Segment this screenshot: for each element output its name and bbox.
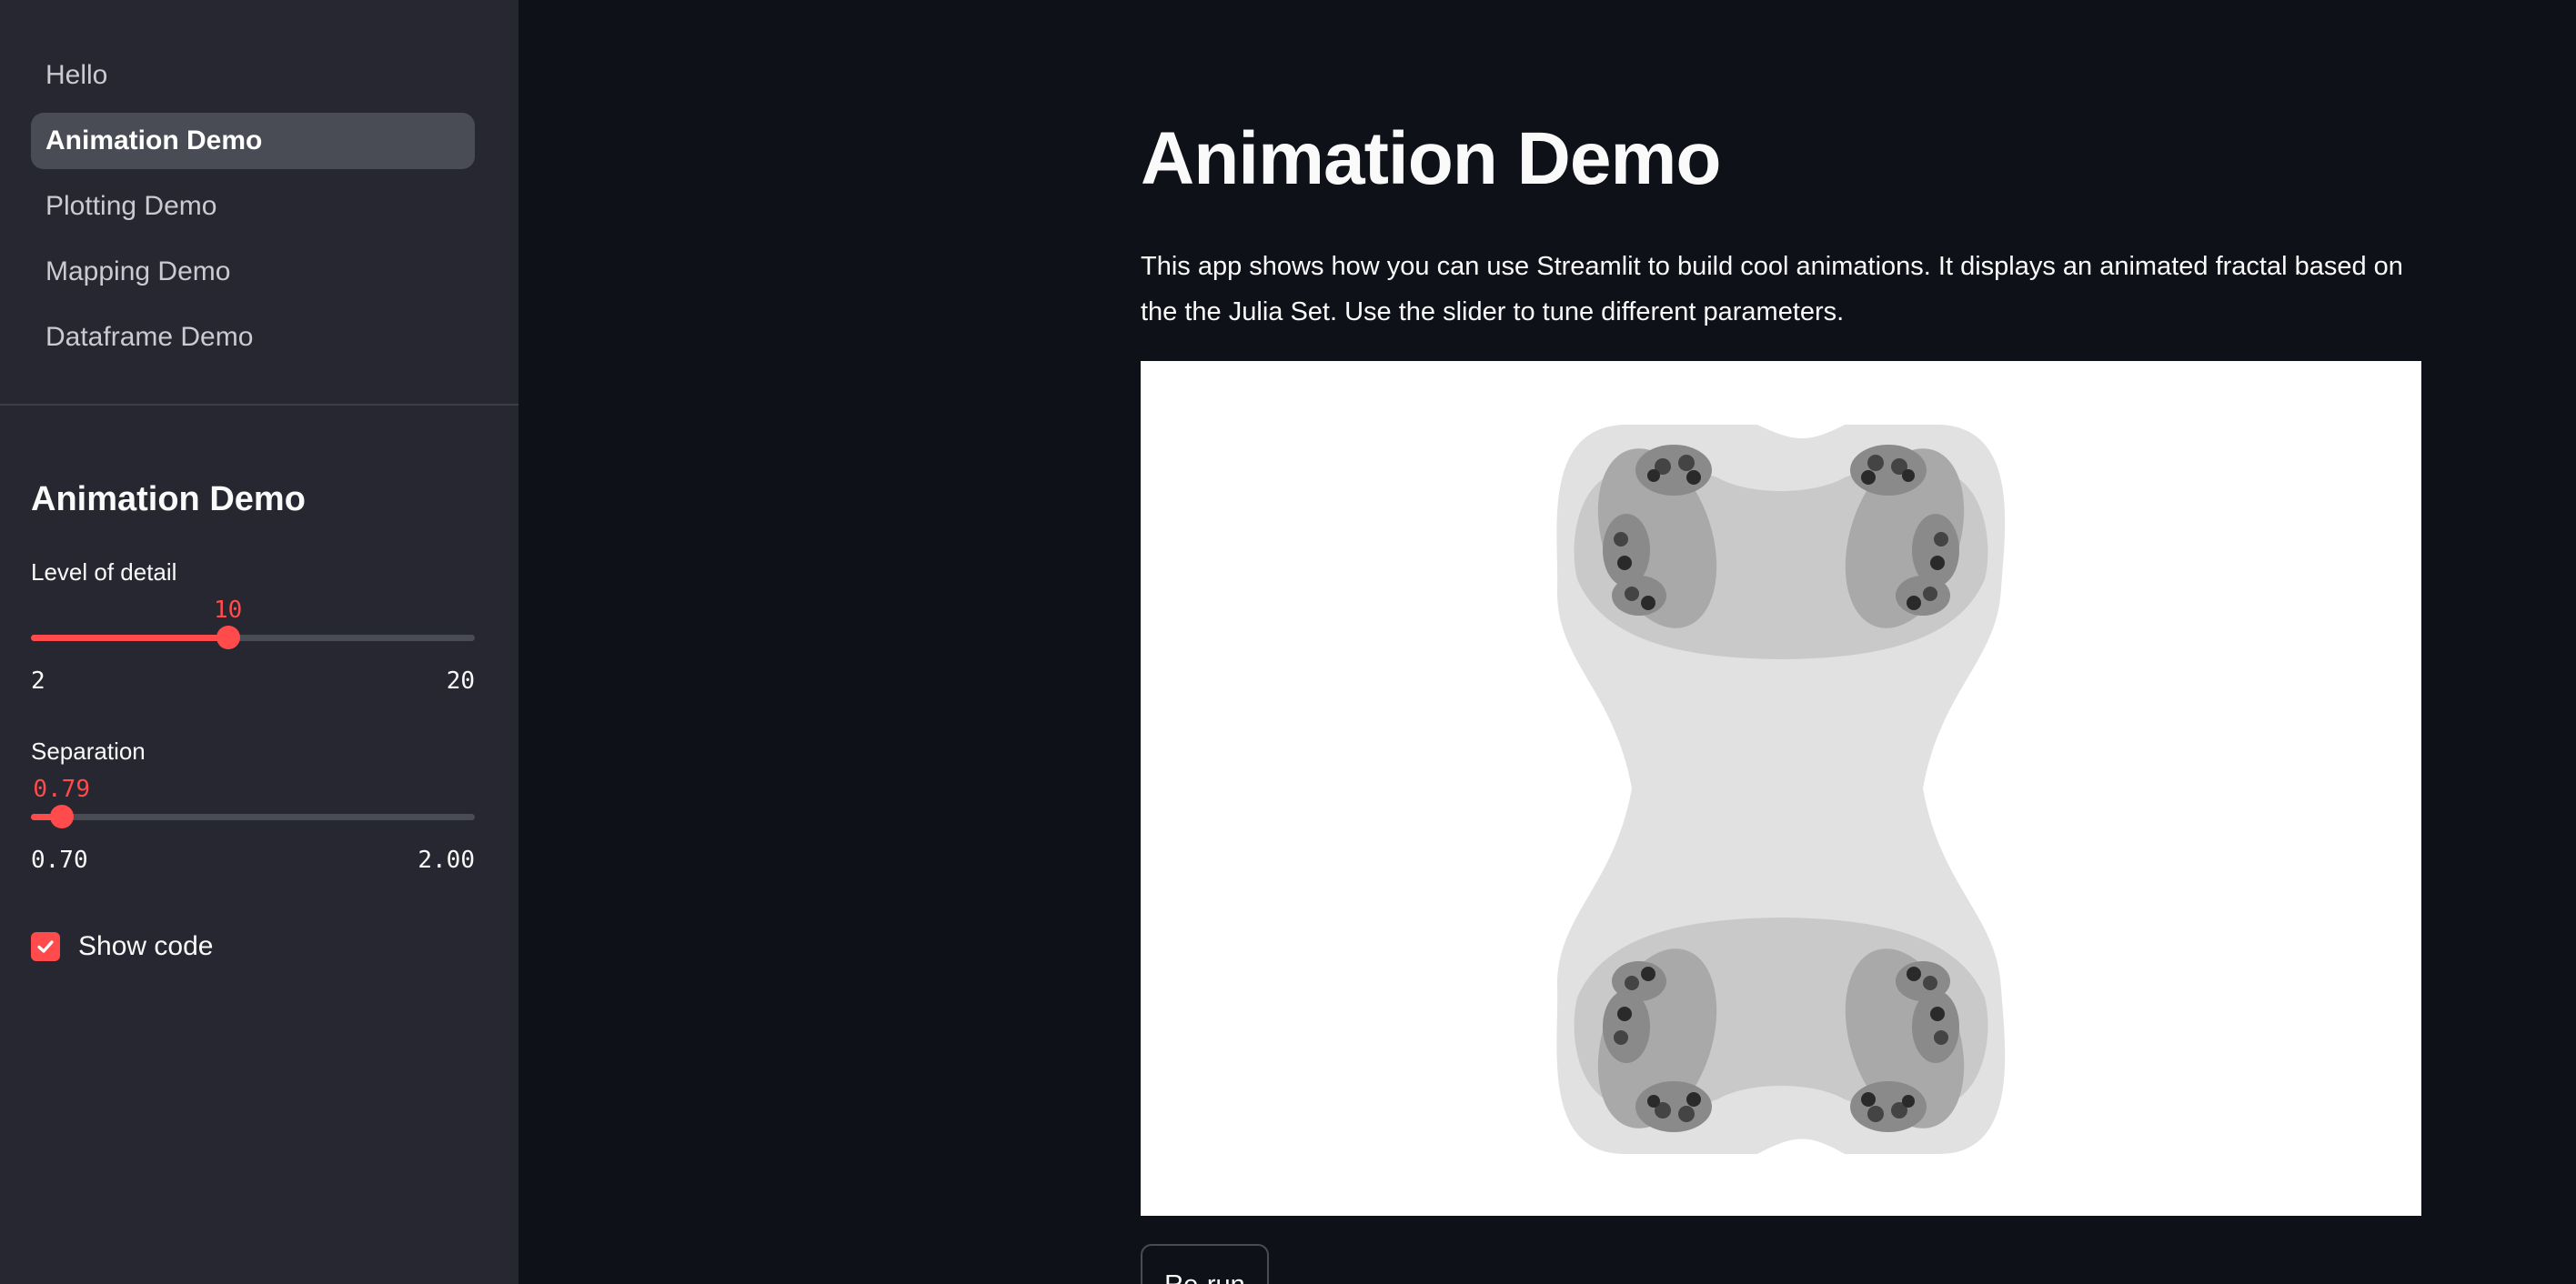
nav-item-mapping-demo[interactable]: Mapping Demo: [31, 244, 475, 300]
separation-slider-thumb[interactable]: [49, 805, 74, 828]
show-code-checkbox[interactable]: [31, 932, 60, 961]
sidebar-nav: Hello Animation Demo Plotting Demo Mappi…: [31, 47, 475, 375]
separation-slider: 0.79 0.70 2.00: [31, 776, 475, 876]
page-description: This app shows how you can use Streamlit…: [1141, 252, 2403, 326]
checkmark-icon: [37, 940, 54, 953]
separation-slider-min: 0.70: [31, 847, 88, 874]
sidebar-divider: [0, 404, 518, 406]
detail-slider-fill: [31, 635, 228, 641]
page-title: Animation Demo: [1141, 117, 1721, 200]
nav-item-plotting-demo[interactable]: Plotting Demo: [31, 178, 475, 235]
detail-slider-max: 20: [446, 667, 475, 695]
show-code-checkbox-row[interactable]: Show code: [31, 931, 213, 962]
show-code-label: Show code: [78, 931, 214, 961]
detail-slider-thumb[interactable]: [216, 626, 240, 649]
detail-slider-track[interactable]: [31, 626, 475, 649]
nav-item-animation-demo[interactable]: Animation Demo: [31, 113, 475, 169]
sidebar-title: Animation Demo: [31, 480, 306, 518]
rerun-button[interactable]: Re-run: [1141, 1244, 1269, 1284]
separation-slider-max: 2.00: [418, 847, 475, 874]
separation-slider-value: 0.79: [33, 776, 90, 803]
sidebar: Hello Animation Demo Plotting Demo Mappi…: [0, 0, 518, 1284]
separation-slider-label: Separation: [31, 737, 146, 765]
nav-item-hello[interactable]: Hello: [31, 47, 475, 104]
detail-slider-label: Level of detail: [31, 558, 177, 586]
fractal-image: [1141, 361, 2421, 1216]
detail-slider-value: 10: [214, 597, 243, 624]
julia-set-fractal: [1556, 425, 2006, 1154]
detail-slider: 10 2 20: [31, 597, 475, 697]
nav-item-dataframe-demo[interactable]: Dataframe Demo: [31, 309, 475, 366]
separation-slider-track[interactable]: [31, 805, 475, 828]
detail-slider-min: 2: [31, 667, 45, 695]
